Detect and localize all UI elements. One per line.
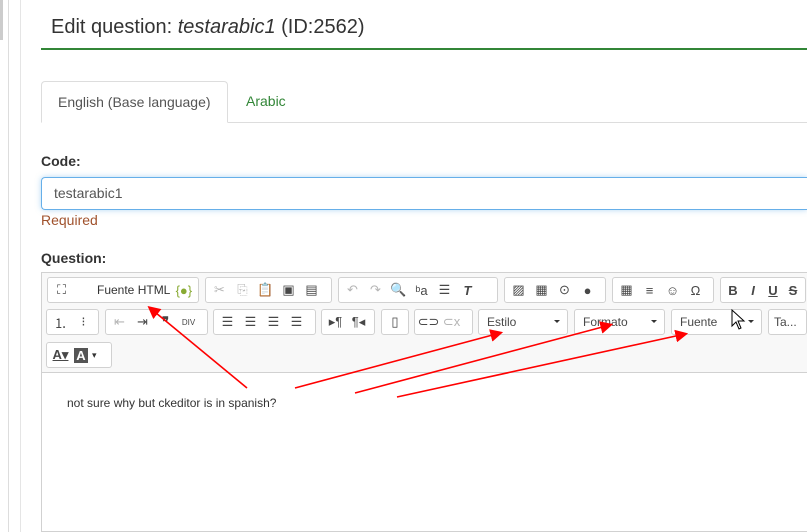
- format-dropdown[interactable]: Formato: [574, 309, 665, 335]
- style-dropdown-label: Estilo: [487, 315, 517, 329]
- page-title: Edit question: testarabic1 (ID:2562): [51, 16, 365, 39]
- paste-text-icon[interactable]: ▣: [279, 282, 298, 298]
- editor-content[interactable]: not sure why but ckeditor is in spanish?: [67, 396, 276, 410]
- justify-icon[interactable]: ☰: [287, 314, 306, 330]
- text-color-icon[interactable]: A▾: [51, 347, 70, 363]
- copy-icon[interactable]: ⎘: [233, 282, 252, 298]
- sidebar-divider: [8, 0, 9, 532]
- strikethrough-icon[interactable]: S: [785, 283, 801, 298]
- replace-icon[interactable]: ᵇa: [412, 283, 431, 298]
- numbered-list-icon[interactable]: ⒈: [51, 313, 70, 332]
- template-icon[interactable]: ▯: [386, 314, 404, 330]
- chevron-down-icon: [748, 320, 754, 323]
- toolbar-group-media: ▨ ▦ ⊙ ●: [504, 277, 606, 303]
- toolbar-group-align: ☰ ☰ ☰ ☰: [213, 309, 316, 335]
- chevron-down-icon: [651, 320, 657, 323]
- rtl-icon[interactable]: ¶◂: [349, 314, 368, 330]
- image-icon[interactable]: ▨: [509, 282, 528, 298]
- toolbar-group-editing: ↶ ↷ 🔍 ᵇa ☰ T: [338, 277, 498, 303]
- horizontal-rule-icon[interactable]: ≡: [640, 283, 659, 298]
- toolbar-group-indent: ⇤ ⇥ ❞ DIV: [105, 309, 208, 335]
- smiley-icon[interactable]: ☺: [663, 283, 682, 298]
- maximize-icon[interactable]: ⛶: [52, 282, 71, 298]
- indent-icon[interactable]: ⇥: [133, 314, 152, 330]
- table-icon[interactable]: ▦: [617, 282, 636, 298]
- toolbar-group-clipboard: ✂ ⎘ 📋 ▣ ▤: [205, 277, 332, 303]
- toolbar-group-colors: A▾ A ▾: [46, 342, 112, 368]
- size-dropdown-label: Ta...: [774, 315, 797, 329]
- remove-format-icon[interactable]: T: [458, 283, 477, 298]
- question-label: Question:: [41, 250, 107, 266]
- bold-icon[interactable]: B: [725, 283, 741, 298]
- blockquote-icon[interactable]: ❞: [156, 314, 175, 330]
- source-code-icon[interactable]: {●}: [174, 283, 193, 298]
- chevron-down-icon: [554, 320, 560, 323]
- outdent-icon[interactable]: ⇤: [110, 314, 129, 330]
- toolbar-group-direction: ▸¶ ¶◂: [321, 309, 375, 335]
- align-left-icon[interactable]: ☰: [218, 314, 237, 330]
- background-color-icon[interactable]: A: [74, 347, 88, 363]
- toolbar-group-document: ⛶ Fuente HTML {●}: [47, 277, 199, 303]
- editor-toolbar: ⛶ Fuente HTML {●} ✂ ⎘ 📋 ▣ ▤ ↶ ↷ 🔍 ᵇa ☰ T…: [42, 273, 807, 373]
- code-input[interactable]: testarabic1: [41, 177, 807, 210]
- required-message: Required: [41, 212, 98, 228]
- play-icon[interactable]: ⊙: [555, 282, 574, 298]
- unlink-icon[interactable]: ⊂x: [442, 314, 461, 330]
- select-all-icon[interactable]: ☰: [435, 282, 454, 298]
- cut-icon[interactable]: ✂: [210, 282, 229, 298]
- paste-word-icon[interactable]: ▤: [302, 282, 321, 298]
- title-prefix: Edit question:: [51, 16, 178, 38]
- div-icon[interactable]: DIV: [179, 318, 198, 327]
- title-id: (ID:2562): [275, 16, 365, 38]
- underline-icon[interactable]: U: [765, 283, 781, 298]
- undo-icon[interactable]: ↶: [343, 282, 362, 298]
- tab-english[interactable]: English (Base language): [41, 81, 228, 123]
- bulleted-list-icon[interactable]: ⁝: [74, 314, 93, 330]
- align-right-icon[interactable]: ☰: [264, 314, 283, 330]
- toolbar-group-links: ⊂⊃ ⊂x: [414, 309, 473, 335]
- font-dropdown[interactable]: Fuente: [671, 309, 762, 335]
- sidebar-edge: [0, 0, 3, 40]
- align-center-icon[interactable]: ☰: [241, 314, 260, 330]
- code-label: Code:: [41, 153, 81, 169]
- tab-arabic[interactable]: Arabic: [230, 81, 302, 123]
- redo-icon[interactable]: ↷: [366, 282, 385, 298]
- rich-text-editor: ⛶ Fuente HTML {●} ✂ ⎘ 📋 ▣ ▤ ↶ ↷ 🔍 ᵇa ☰ T…: [41, 272, 807, 532]
- ltr-icon[interactable]: ▸¶: [326, 314, 345, 330]
- link-icon[interactable]: ⊂⊃: [418, 314, 440, 330]
- find-icon[interactable]: 🔍: [389, 282, 408, 298]
- font-dropdown-label: Fuente: [680, 315, 718, 329]
- toolbar-group-insert: ▦ ≡ ☺ Ω: [612, 277, 714, 303]
- title-underline: [41, 48, 807, 50]
- italic-icon[interactable]: I: [745, 283, 761, 298]
- flash-icon[interactable]: ●: [578, 283, 597, 298]
- sidebar-divider: [20, 0, 21, 532]
- title-code: testarabic1: [177, 16, 276, 38]
- source-html-button[interactable]: Fuente HTML: [97, 283, 170, 297]
- toolbar-group-lists: ⒈ ⁝: [46, 309, 99, 335]
- toolbar-group-template: ▯: [381, 309, 409, 335]
- format-dropdown-label: Formato: [583, 315, 628, 329]
- toolbar-group-basic-styles: B I U S: [720, 277, 806, 303]
- size-dropdown[interactable]: Ta...: [768, 309, 807, 335]
- paste-icon[interactable]: 📋: [256, 282, 275, 298]
- video-icon[interactable]: ▦: [532, 282, 551, 298]
- style-dropdown[interactable]: Estilo: [478, 309, 568, 335]
- special-char-icon[interactable]: Ω: [686, 283, 705, 298]
